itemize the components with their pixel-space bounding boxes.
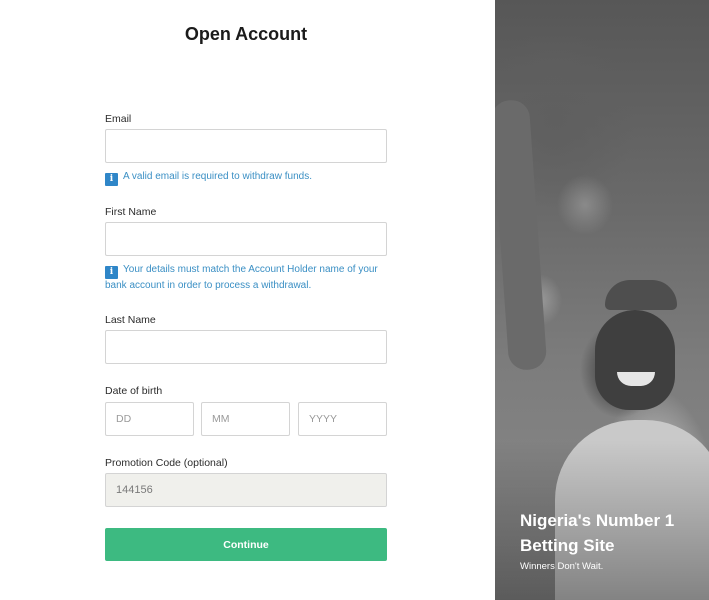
registration-form: Open Account Email i A valid email is req…	[0, 0, 495, 600]
hero-title: Nigeria's Number 1 Betting Site	[520, 511, 675, 555]
last-name-label: Last Name	[105, 314, 156, 326]
cap-shape	[605, 280, 677, 310]
email-info: i A valid email is required to withdraw f…	[105, 170, 395, 186]
info-icon: i	[105, 266, 118, 279]
promo-code-field[interactable]	[105, 473, 387, 507]
last-name-field[interactable]	[105, 330, 387, 364]
dob-label: Date of birth	[105, 385, 163, 397]
hero-image: Nigeria's Number 1 Betting Site Winners …	[495, 0, 709, 600]
first-name-label: First Name	[105, 206, 157, 218]
raised-arm-shape	[495, 99, 548, 371]
first-name-field[interactable]	[105, 222, 387, 256]
page-title: Open Account	[184, 24, 308, 44]
promo-code-label: Promotion Code (optional)	[105, 457, 228, 469]
info-icon: i	[105, 173, 118, 186]
email-field[interactable]	[105, 129, 387, 163]
dob-year-field[interactable]	[298, 402, 387, 436]
dob-month-field[interactable]	[201, 402, 290, 436]
first-name-info-text: Your details must match the Account Hold…	[105, 264, 378, 291]
fan-face-shape	[595, 310, 675, 410]
email-label: Email	[105, 113, 132, 125]
continue-button[interactable]: Continue	[105, 528, 387, 561]
dob-day-field[interactable]	[105, 402, 194, 436]
email-info-text: A valid email is required to withdraw fu…	[123, 171, 312, 182]
first-name-info: i Your details must match the Account Hol…	[105, 263, 395, 293]
hero-subtitle: Winners Don't Wait.	[520, 561, 604, 572]
